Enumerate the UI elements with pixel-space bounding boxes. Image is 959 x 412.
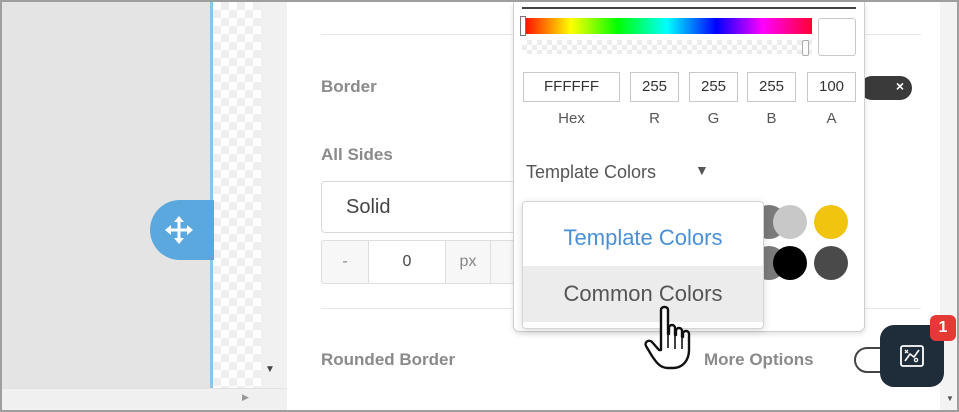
panel-scroll-down-icon[interactable]: ▼	[946, 394, 954, 403]
border-toggle[interactable]: ×	[860, 76, 912, 100]
color-preview-swatch	[818, 18, 856, 56]
canvas-area	[2, 2, 210, 388]
rounded-border-label: Rounded Border	[321, 350, 456, 369]
app-frame: ▼ ▶ ▼ Border × All Sides Solid - 0 px Ro…	[0, 0, 959, 412]
picker-top-edge	[522, 7, 856, 9]
palette-select[interactable]: Template Colors	[526, 162, 656, 183]
chevron-down-icon[interactable]: ▼	[695, 162, 709, 178]
red-label: R	[649, 110, 660, 127]
strategy-board-icon	[900, 345, 924, 367]
move-icon	[165, 216, 193, 244]
border-style-value: Solid	[346, 196, 391, 218]
border-width-input[interactable]: 0	[368, 241, 446, 283]
transparency-checker	[213, 2, 261, 388]
decrement-button[interactable]: -	[322, 241, 368, 283]
green-label: G	[707, 110, 720, 127]
dropdown-option-template-colors[interactable]: Template Colors	[523, 210, 763, 266]
border-width-stepper: - 0 px	[321, 240, 521, 284]
border-width-unit: px	[459, 253, 477, 270]
alpha-input[interactable]: 100	[807, 72, 856, 102]
move-handle[interactable]	[150, 200, 214, 260]
blue-input[interactable]: 255	[747, 72, 796, 102]
color-swatch[interactable]	[773, 246, 807, 280]
scroll-down-arrow-icon[interactable]: ▼	[265, 364, 275, 375]
border-style-select[interactable]: Solid	[321, 181, 531, 233]
hex-label: Hex	[558, 110, 585, 127]
scroll-right-arrow-icon[interactable]: ▶	[242, 392, 249, 403]
canvas-scroll-gutter[interactable]	[261, 2, 287, 388]
alpha-slider[interactable]	[522, 40, 812, 54]
hue-slider-handle[interactable]	[520, 16, 526, 36]
color-swatch[interactable]	[814, 246, 848, 280]
notification-badge: 1	[930, 315, 956, 341]
border-label: Border	[321, 77, 377, 96]
color-swatch[interactable]	[814, 205, 848, 239]
more-options-label: More Options	[704, 350, 814, 369]
green-input[interactable]: 255	[689, 72, 738, 102]
blue-label: B	[766, 110, 777, 127]
alpha-label: A	[826, 110, 837, 127]
hand-cursor-icon	[644, 305, 691, 370]
all-sides-label: All Sides	[321, 145, 393, 164]
color-swatch[interactable]	[773, 205, 807, 239]
close-icon: ×	[895, 78, 904, 94]
hue-slider[interactable]	[522, 18, 812, 34]
hex-input[interactable]: FFFFFF	[523, 72, 620, 102]
red-input[interactable]: 255	[630, 72, 679, 102]
alpha-slider-handle[interactable]	[802, 40, 809, 56]
